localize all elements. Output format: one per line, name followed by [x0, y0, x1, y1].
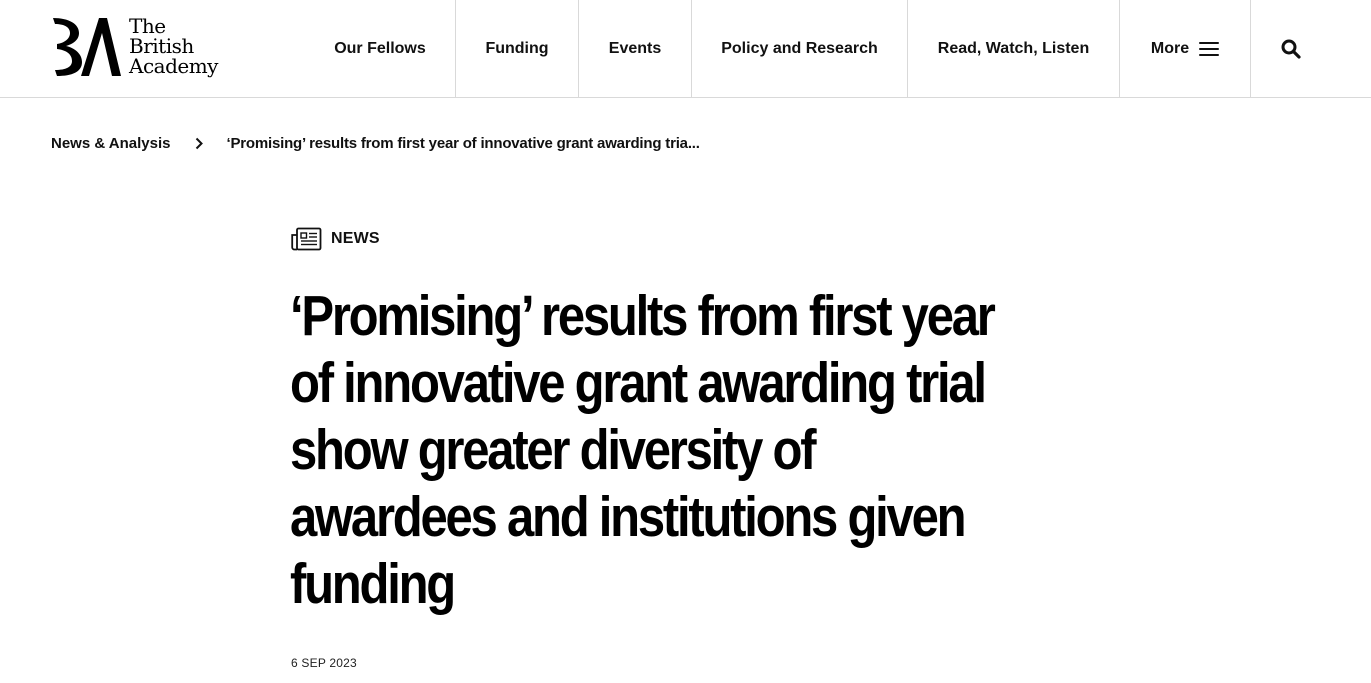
newspaper-icon: [291, 227, 322, 250]
headline-line: funding: [290, 552, 456, 616]
ba-logo-mark-icon: [53, 18, 121, 76]
headline-line: of innovative grant awarding trial: [290, 351, 987, 415]
search-button[interactable]: [1251, 0, 1331, 97]
search-icon: [1281, 39, 1301, 59]
nav-more-label: More: [1150, 39, 1190, 57]
logo-line-academy: Academy: [129, 54, 218, 78]
site-header: The British Academy Our Fellows Funding …: [0, 0, 1371, 98]
article-tag: NEWS: [291, 226, 380, 252]
nav-our-fellows[interactable]: Our Fellows: [305, 0, 456, 97]
breadcrumb: News & Analysis ‘Promising’ results from…: [51, 132, 700, 154]
breadcrumb-news-analysis[interactable]: News & Analysis: [51, 135, 171, 152]
nav-funding[interactable]: Funding: [456, 0, 579, 97]
nav-events[interactable]: Events: [579, 0, 692, 97]
breadcrumb-current-page: ‘Promising’ results from first year of i…: [226, 134, 700, 152]
logo-line-the: The: [129, 14, 166, 38]
logo-line-british: British: [129, 34, 194, 58]
article-date: 6 SEP 2023: [291, 656, 357, 670]
headline-line: awardees and institutions given: [290, 485, 967, 549]
nav-more-button[interactable]: More: [1120, 0, 1251, 97]
nav-policy-and-research[interactable]: Policy and Research: [692, 0, 908, 97]
logo-wordmark: The British Academy: [129, 16, 218, 76]
headline-line: ‘Promising’ results from first year: [290, 284, 996, 348]
british-academy-logo[interactable]: The British Academy: [51, 16, 218, 80]
headline-line: show greater diversity of: [290, 418, 817, 482]
nav-read-watch-listen[interactable]: Read, Watch, Listen: [908, 0, 1120, 97]
hamburger-icon: [1199, 41, 1220, 56]
article-headline: ‘Promising’ results from first year of i…: [290, 283, 996, 618]
article-tag-label: NEWS: [331, 230, 380, 247]
chevron-right-icon: [195, 136, 205, 150]
